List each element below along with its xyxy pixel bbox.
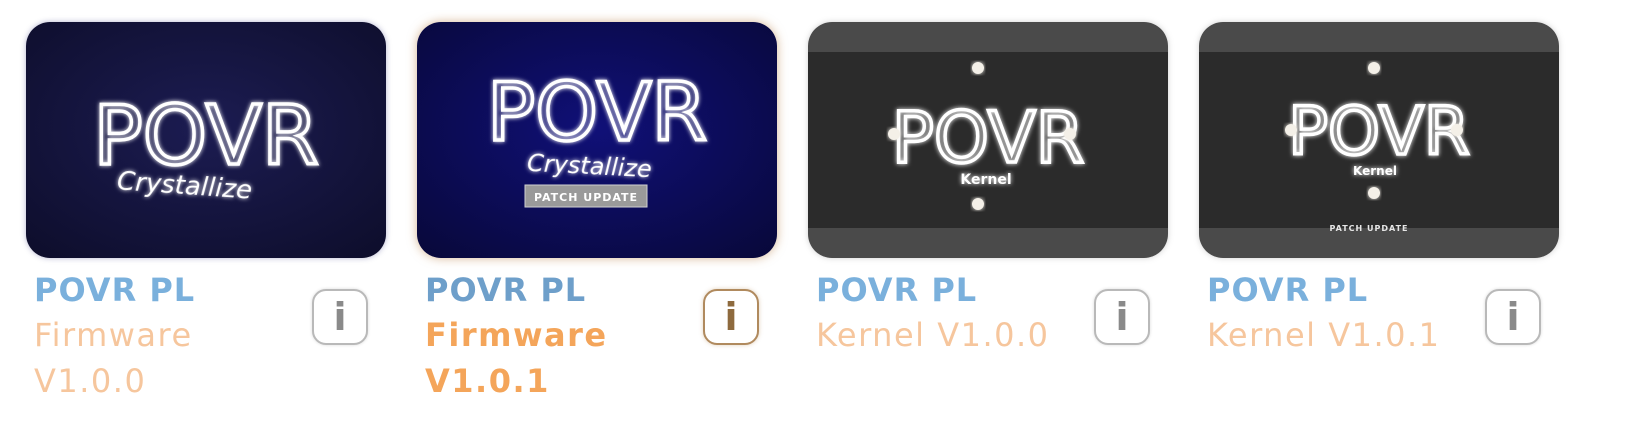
thumbnail-logo: POVR xyxy=(1288,93,1470,170)
thumbnail-image: POVR Crystallize PATCH UPDATE xyxy=(417,22,777,258)
card-subtitle: Firmware V1.0.1 xyxy=(425,316,608,400)
card-thumbnail[interactable]: POVR Crystallize PATCH UPDATE xyxy=(417,22,777,258)
firmware-card[interactable]: POVR Kernel POVR PL Kernel V1.0.0 i xyxy=(808,22,1168,358)
info-icon: i xyxy=(1506,295,1520,339)
card-meta: POVR PL Kernel V1.0.0 i xyxy=(808,268,1168,358)
card-meta: POVR PL Kernel V1.0.1 i xyxy=(1199,268,1559,358)
info-button[interactable]: i xyxy=(1485,289,1541,345)
info-icon: i xyxy=(724,295,738,339)
thumbnail-logo: POVR xyxy=(487,66,707,159)
card-thumbnail[interactable]: POVR Kernel xyxy=(808,22,1168,258)
info-button[interactable]: i xyxy=(703,289,759,345)
thumbnail-image: POVR Kernel PATCH UPDATE xyxy=(1199,22,1559,258)
thumbnail-subtext: Kernel xyxy=(1353,164,1397,178)
card-meta: POVR PL Firmware V1.0.1 i xyxy=(417,268,777,404)
firmware-card-selected[interactable]: POVR Crystallize PATCH UPDATE POVR PL Fi… xyxy=(417,22,777,404)
thumbnail-image: POVR Kernel xyxy=(808,22,1168,258)
card-subtitle: Kernel V1.0.1 xyxy=(1207,316,1441,354)
info-icon: i xyxy=(333,295,347,339)
info-icon: i xyxy=(1115,295,1129,339)
firmware-card[interactable]: POVR Kernel PATCH UPDATE POVR PL Kernel … xyxy=(1199,22,1559,358)
card-thumbnail[interactable]: POVR Crystallize xyxy=(26,22,386,258)
thumbnail-badge: PATCH UPDATE xyxy=(534,191,638,204)
card-subtitle: Firmware V1.0.0 xyxy=(34,316,193,400)
firmware-card[interactable]: POVR Crystallize POVR PL Firmware V1.0.0… xyxy=(26,22,386,404)
info-button[interactable]: i xyxy=(1094,289,1150,345)
thumbnail-badge: PATCH UPDATE xyxy=(1330,224,1409,233)
card-meta: POVR PL Firmware V1.0.0 i xyxy=(26,268,386,404)
thumbnail-logo: POVR xyxy=(892,97,1085,179)
thumbnail-subtext: Kernel xyxy=(960,172,1011,188)
card-thumbnail[interactable]: POVR Kernel PATCH UPDATE xyxy=(1199,22,1559,258)
card-subtitle: Kernel V1.0.0 xyxy=(816,316,1050,354)
thumbnail-image: POVR Crystallize xyxy=(26,22,386,258)
info-button[interactable]: i xyxy=(312,289,368,345)
firmware-grid: POVR Crystallize POVR PL Firmware V1.0.0… xyxy=(0,0,1647,421)
